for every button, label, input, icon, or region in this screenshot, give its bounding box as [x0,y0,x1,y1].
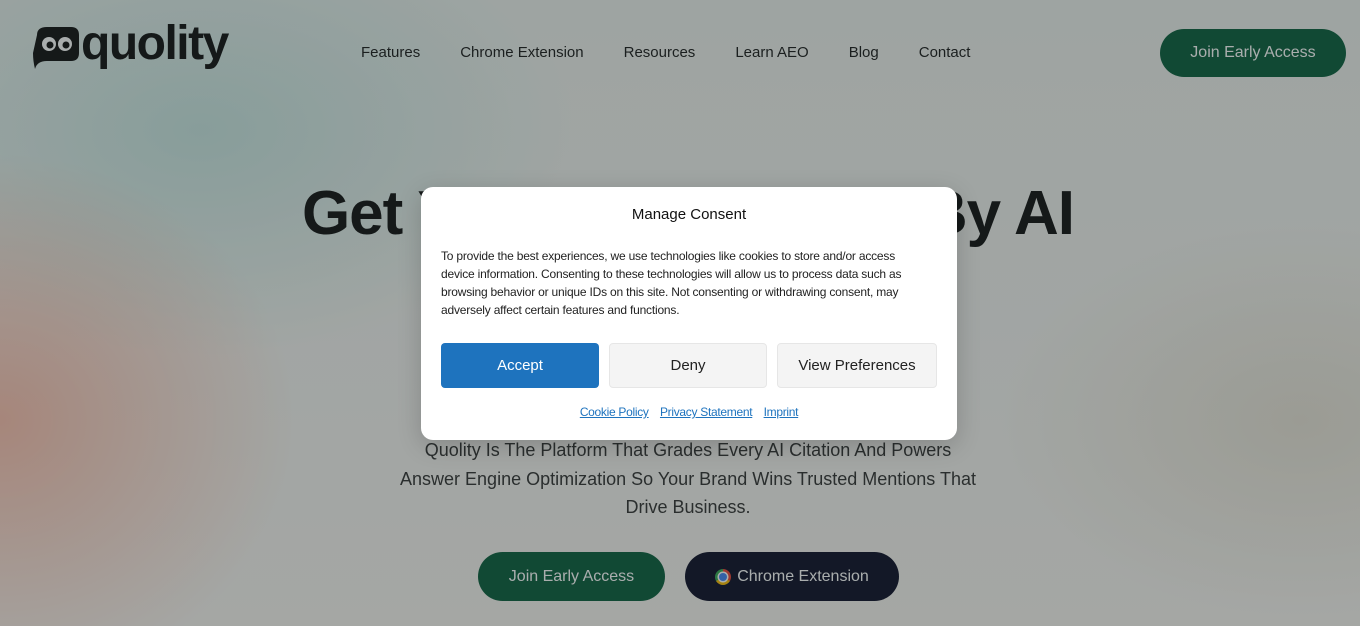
consent-links: Cookie Policy Privacy Statement Imprint [421,405,957,419]
cookie-policy-link[interactable]: Cookie Policy [580,405,649,419]
privacy-statement-link[interactable]: Privacy Statement [660,405,753,419]
imprint-link[interactable]: Imprint [764,405,799,419]
accept-button[interactable]: Accept [441,343,599,388]
view-preferences-button[interactable]: View Preferences [777,343,937,388]
deny-button[interactable]: Deny [609,343,767,388]
consent-message: To provide the best experiences, we use … [441,249,902,317]
consent-title: Manage Consent [631,206,747,223]
consent-actions: Accept Deny View Preferences [441,343,937,388]
consent-dialog: Manage Consent To provide the best exper… [421,187,957,440]
